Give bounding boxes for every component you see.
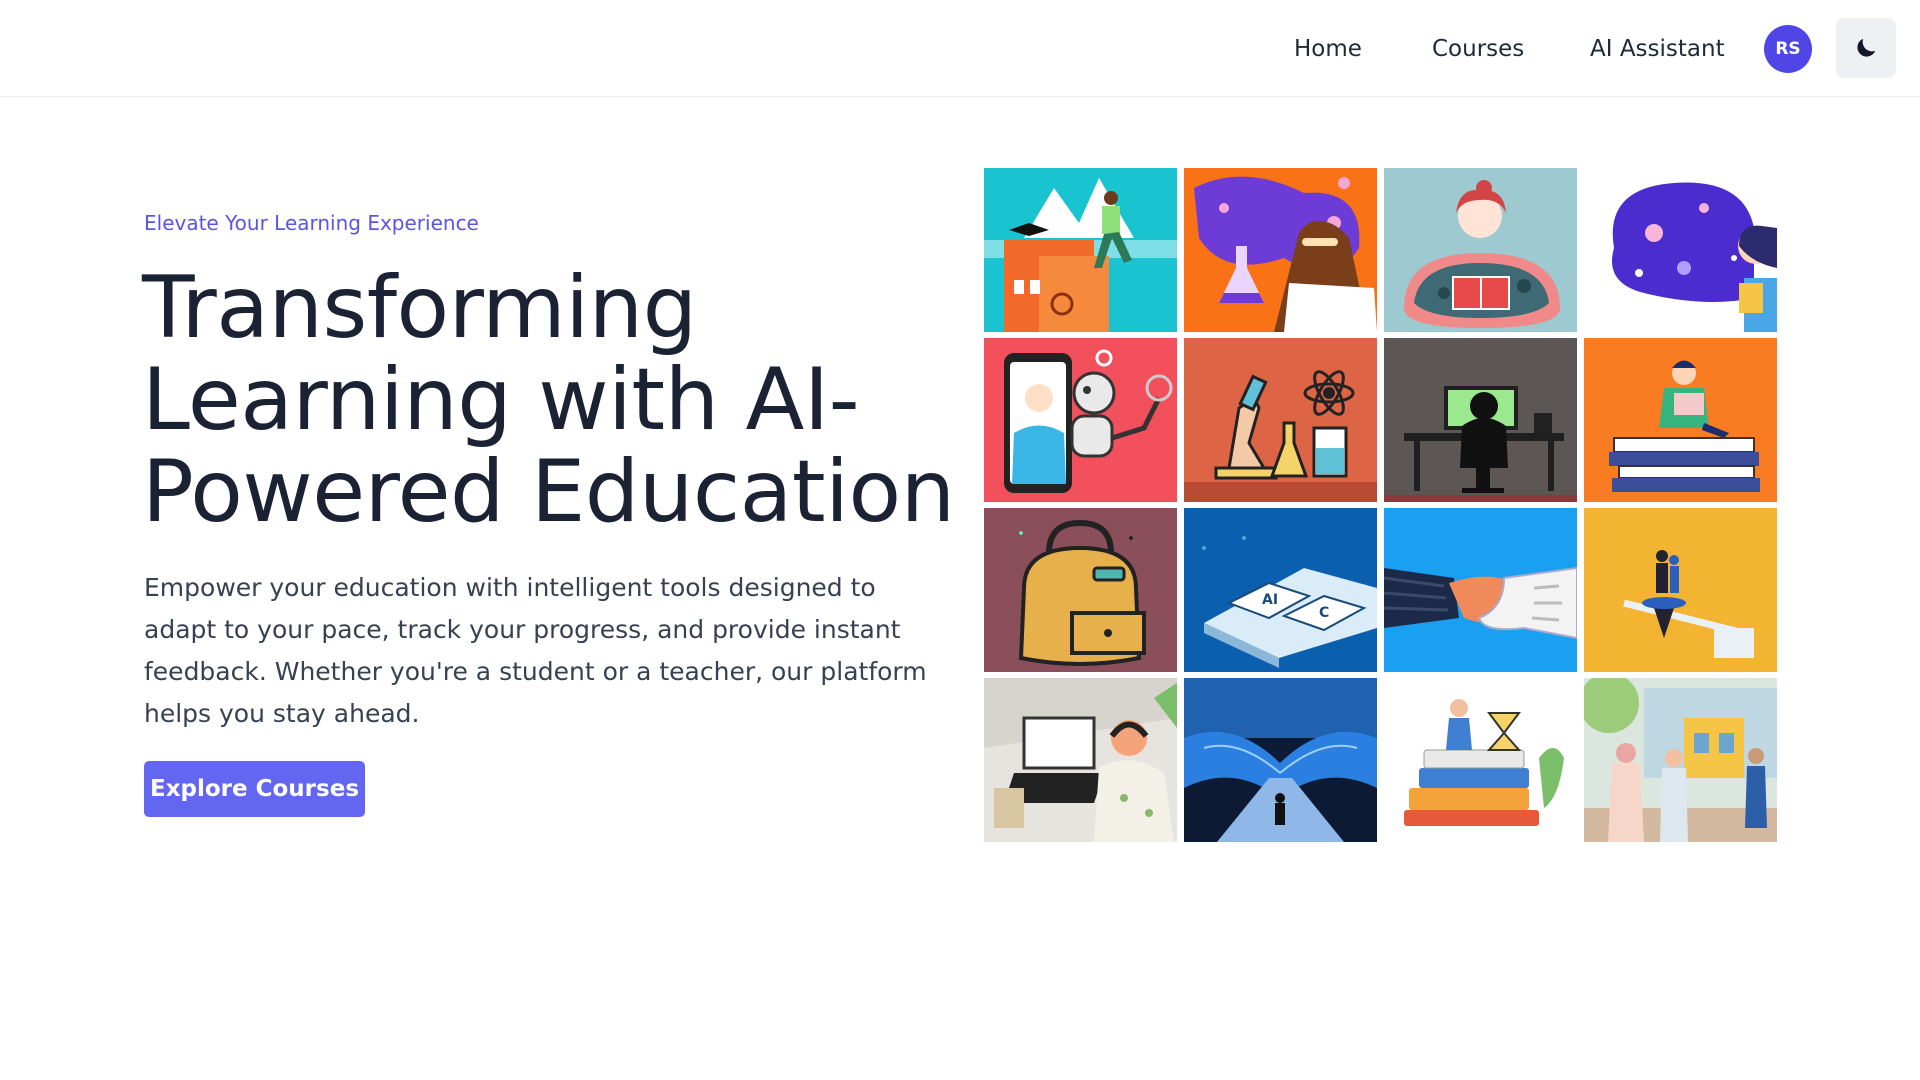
graduate-climbing-illustration (984, 168, 1177, 332)
open-book-path-illustration (1184, 678, 1377, 842)
student-on-books-illustration (1584, 338, 1777, 502)
headline-line-2: Learning with AI- (142, 350, 860, 450)
headline-line-1: Transforming (142, 258, 697, 358)
chemistry-student-illustration (1184, 168, 1377, 332)
robot-video-call-illustration (984, 338, 1177, 502)
students-at-school-illustration (1584, 678, 1777, 842)
svg-text:C: C (1319, 605, 1329, 621)
user-avatar[interactable]: RS (1764, 25, 1812, 73)
balance-scale-illustration (1584, 508, 1777, 672)
human-robot-handshake-illustration (1384, 508, 1577, 672)
backpack-illustration (984, 508, 1177, 672)
top-navbar: Home Courses AI Assistant RS (0, 0, 1920, 97)
woman-reading-book-illustration (1384, 168, 1577, 332)
headline-line-3: Powered Education (142, 442, 955, 542)
nav-home-link[interactable]: Home (1294, 36, 1362, 62)
space-reader-illustration (1584, 168, 1777, 332)
theme-toggle-button[interactable] (1836, 18, 1896, 78)
explore-courses-button[interactable]: Explore Courses (144, 761, 365, 817)
student-at-computer-illustration (1384, 338, 1577, 502)
illustration-gallery: AI C (984, 168, 1777, 843)
svg-text:AI: AI (1262, 592, 1278, 608)
books-hourglass-illustration (1384, 678, 1577, 842)
moon-icon (1857, 38, 1876, 57)
hero-headline: Transforming Learning with AI- Powered E… (142, 262, 962, 538)
nav-courses-link[interactable]: Courses (1432, 36, 1524, 62)
nav-ai-assistant-link[interactable]: AI Assistant (1590, 36, 1725, 62)
online-class-laptop-illustration (984, 678, 1177, 842)
lab-equipment-illustration (1184, 338, 1377, 502)
ai-keyboard-illustration: AI C (1184, 508, 1377, 672)
hero-description: Empower your education with intelligent … (144, 573, 927, 728)
hero-tagline: Elevate Your Learning Experience (144, 211, 479, 235)
